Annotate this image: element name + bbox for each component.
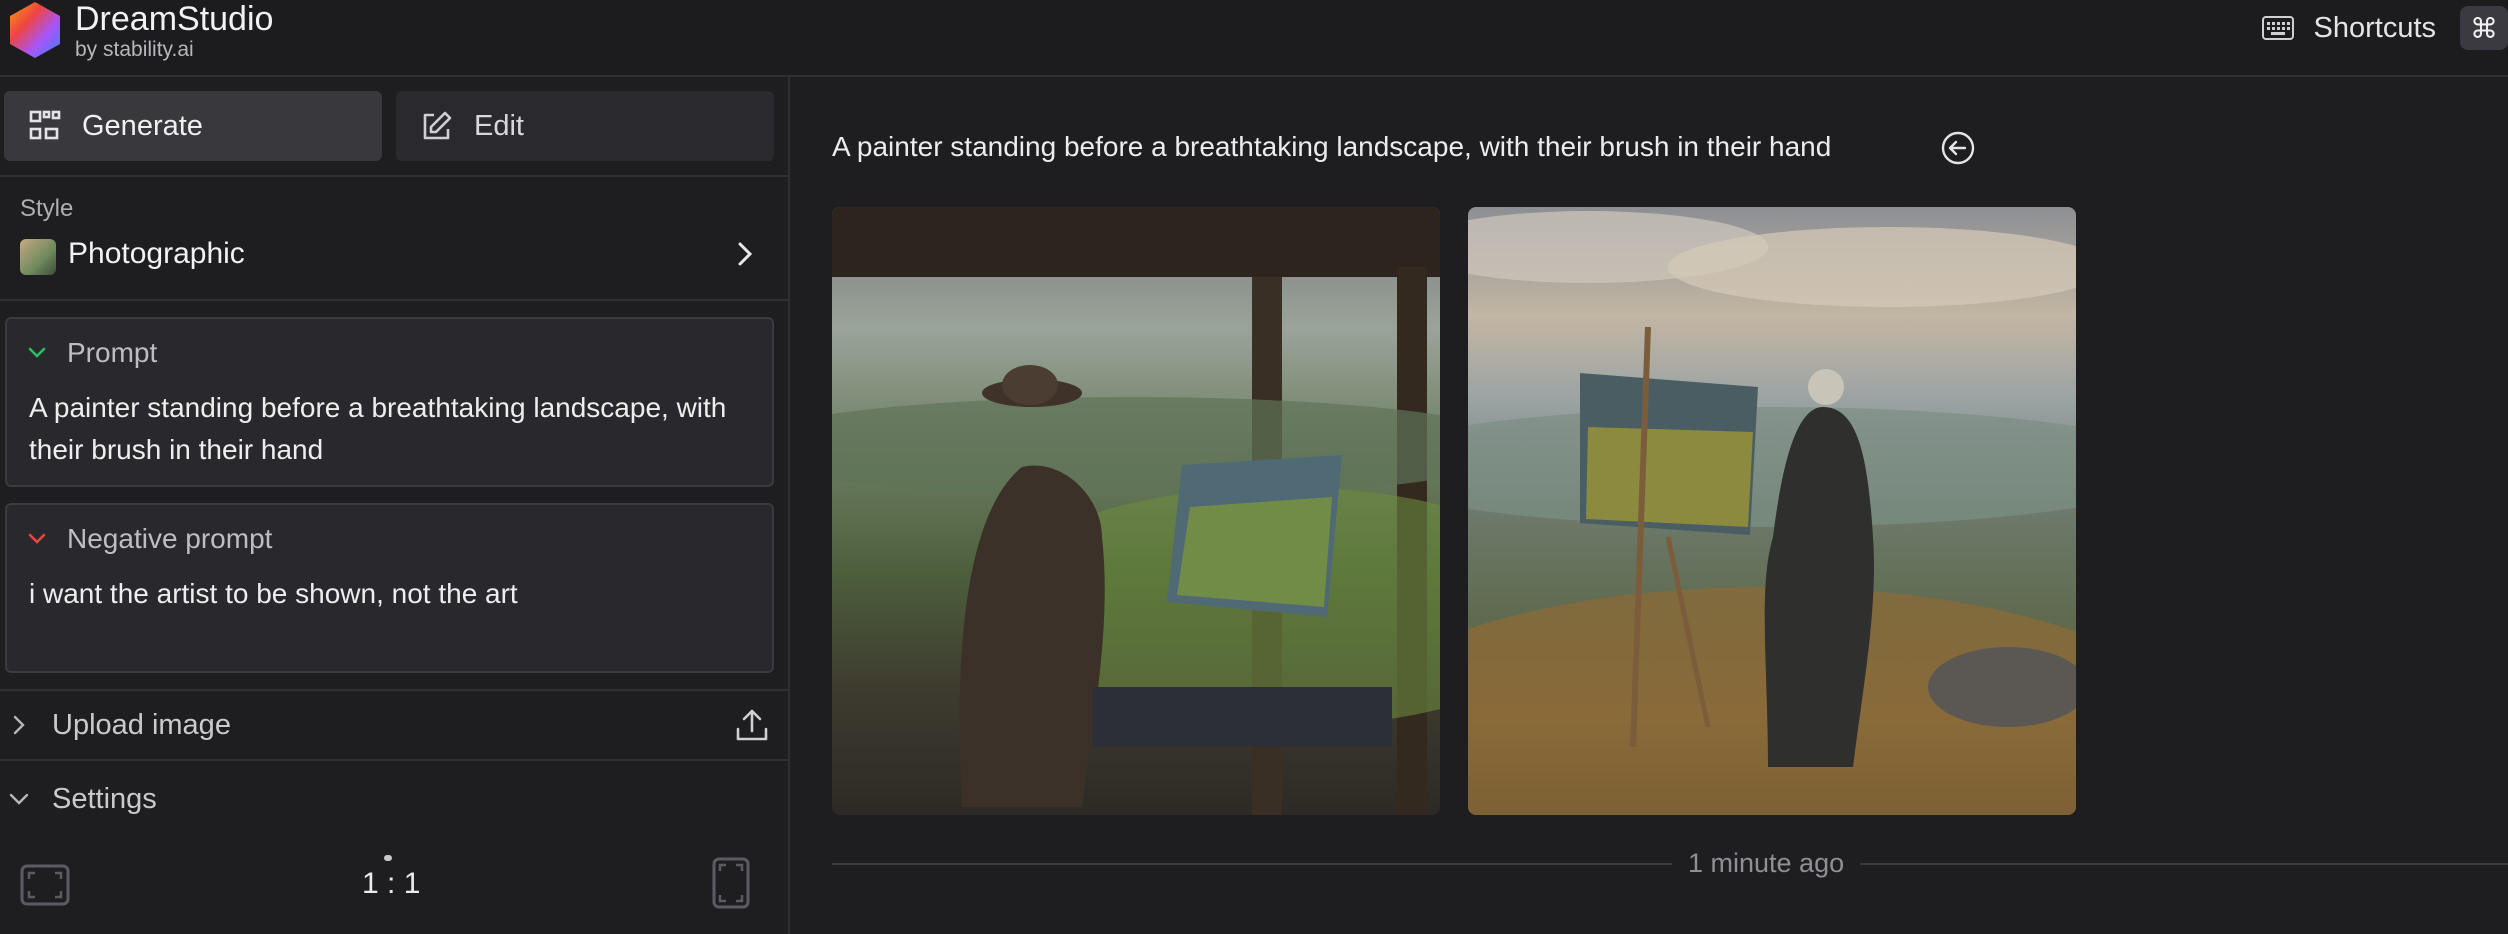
edit-tab[interactable]: Edit <box>396 91 774 161</box>
prompt-panel: Prompt A painter standing before a breat… <box>5 317 774 487</box>
aspect-ratio-slider-thumb[interactable] <box>384 855 392 861</box>
upload-icon[interactable] <box>734 707 770 743</box>
settings-row[interactable]: Settings <box>0 763 788 835</box>
result-prompt-text: A painter standing before a breathtaking… <box>832 131 1832 162</box>
generated-image-2[interactable] <box>1468 207 2076 815</box>
shortcuts-label: Shortcuts <box>2313 11 2437 44</box>
generated-image-1[interactable] <box>832 207 1440 815</box>
negative-prompt-panel: Negative prompt i want the artist to be … <box>5 503 774 673</box>
prompt-header[interactable]: Prompt <box>27 337 157 369</box>
prompt-textarea[interactable]: A painter standing before a breathtaking… <box>29 387 732 471</box>
chevron-down-icon <box>28 347 46 358</box>
edit-tab-label: Edit <box>474 109 524 142</box>
negative-prompt-textarea[interactable]: i want the artist to be shown, not the a… <box>29 573 732 615</box>
shortcuts-button[interactable]: Shortcuts <box>2261 11 2437 44</box>
grid-icon <box>29 110 61 140</box>
reuse-prompt-arrow-icon[interactable] <box>1940 130 1976 166</box>
aspect-ratio-control: 1 : 1 <box>0 847 788 927</box>
sidebar: Generate Edit Style Photographic Prompt <box>0 77 790 934</box>
mode-switcher: Generate Edit <box>0 77 788 177</box>
chevron-down-icon <box>9 793 29 805</box>
generate-tab[interactable]: Generate <box>4 91 382 161</box>
chevron-down-icon <box>28 533 46 544</box>
brand-title: DreamStudio <box>75 0 274 38</box>
pencil-square-icon <box>423 111 452 140</box>
prompt-label: Prompt <box>67 337 158 368</box>
landscape-ratio-icon[interactable] <box>20 864 70 906</box>
generate-tab-label: Generate <box>82 109 203 142</box>
style-selector[interactable]: Style Photographic <box>0 177 788 301</box>
portrait-ratio-icon[interactable] <box>712 857 750 909</box>
timestamp-divider <box>832 863 2508 865</box>
keyboard-icon <box>2261 16 2294 40</box>
upload-image-label: Upload image <box>52 708 231 741</box>
dreamstudio-logo[interactable] <box>5 0 65 60</box>
painter-at-easel-image <box>832 207 1440 815</box>
results-panel: A painter standing before a breathtaking… <box>792 77 2508 934</box>
painter-on-hill-image <box>1468 211 2076 815</box>
negative-prompt-header[interactable]: Negative prompt <box>27 523 272 555</box>
settings-label: Settings <box>52 782 157 815</box>
negative-prompt-label: Negative prompt <box>67 523 273 554</box>
style-thumbnail <box>20 239 56 275</box>
timestamp: 1 minute ago <box>1672 848 1861 879</box>
top-bar: DreamStudio by stability.ai Shortcuts ⌘ <box>0 0 2508 77</box>
aspect-ratio-value: 1 : 1 <box>362 867 421 900</box>
upload-image-row[interactable]: Upload image <box>0 689 788 761</box>
style-value: Photographic <box>68 237 245 270</box>
brand-subtitle: by stability.ai <box>75 38 194 61</box>
chevron-right-icon <box>738 242 753 266</box>
style-label: Style <box>20 195 74 222</box>
command-key-button[interactable]: ⌘ <box>2460 6 2508 50</box>
chevron-right-icon <box>13 715 25 735</box>
